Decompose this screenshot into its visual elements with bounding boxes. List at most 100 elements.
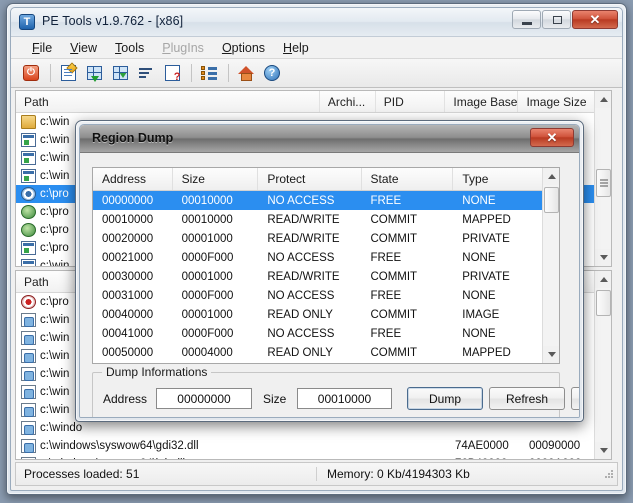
column-header-state[interactable]: State <box>362 168 454 190</box>
scroll-down-button-3[interactable] <box>543 346 559 363</box>
task-viewer-icon <box>86 66 102 82</box>
menu-item-tools[interactable]: Tools <box>106 39 153 57</box>
process-list-icon <box>138 67 154 80</box>
size-label: Size <box>263 392 287 406</box>
scroll-up-button-3[interactable] <box>543 168 559 185</box>
column-header-image-base[interactable]: Image Base <box>445 91 519 112</box>
menu-bar: File View Tools PlugIns Options Help <box>11 37 622 59</box>
cell-state: COMMIT <box>370 213 418 226</box>
table-row[interactable]: 000540000000C000NO ACCESSFREENONE <box>93 362 559 363</box>
menu-item-options[interactable]: Options <box>213 39 274 57</box>
column-header-address[interactable]: Address <box>93 168 173 190</box>
toolbar-button-task-viewer[interactable] <box>82 62 106 85</box>
table-row[interactable]: 00010000 00010000 READ/WRITE COMMIT MAPPED <box>93 210 559 229</box>
cell-address: 00030000 <box>102 270 154 283</box>
address-input[interactable]: 00000000 <box>156 388 252 409</box>
scrollbar-thumb-3[interactable] <box>544 187 559 213</box>
table-row[interactable]: 00020000 00001000 READ/WRITE COMMIT PRIVATE <box>93 229 559 248</box>
toolbar-separator <box>50 64 51 82</box>
app-icon <box>21 259 36 266</box>
module-list-scrollbar[interactable] <box>594 271 611 459</box>
dialog-title: Region Dump <box>92 131 174 145</box>
menu-item-plugins: PlugIns <box>162 40 204 55</box>
table-row[interactable]: 00040000 00001000 READ ONLY COMMIT IMAGE <box>93 305 559 324</box>
list-item[interactable]: c:\windows\syswow64\gdi32.dll 74AE0000 000… <box>16 437 611 455</box>
app-icon <box>21 169 36 183</box>
toolbar-button-process-list[interactable] <box>134 62 158 85</box>
menu-item-file[interactable]: File <box>23 39 61 57</box>
home-icon <box>237 65 255 81</box>
dialog-title-bar[interactable]: Region Dump ✕ <box>80 125 579 153</box>
dump-informations-label: Dump Informations <box>102 365 212 379</box>
status-bar: Processes loaded: 51 Memory: 0 Kb/419430… <box>15 462 618 486</box>
cell-size: 00001000 <box>181 308 233 321</box>
dialog-body: Address Size Protect State Type 00000000… <box>80 153 579 417</box>
column-header-path[interactable]: Path <box>16 91 320 112</box>
menu-item-help[interactable]: Help <box>274 39 318 57</box>
app-icon <box>21 151 36 165</box>
toolbar-button-home[interactable] <box>234 62 258 85</box>
table-row[interactable]: 00000000 00010000 NO ACCESS FREE NONE <box>93 191 559 210</box>
close-button-dialog[interactable]: Close <box>571 387 579 410</box>
scroll-down-button[interactable] <box>595 249 611 266</box>
table-row[interactable]: 00021000 0000F000 NO ACCESS FREE NONE <box>93 248 559 267</box>
table-row[interactable]: 00050000 00004000 READ ONLY COMMIT MAPPED <box>93 343 559 362</box>
column-header-size[interactable]: Size <box>173 168 259 190</box>
table-row[interactable]: 00031000 0000F000 NO ACCESS FREE NONE <box>93 286 559 305</box>
cell-protect: READ ONLY <box>267 308 333 321</box>
refresh-button[interactable]: Refresh <box>489 387 565 410</box>
table-row[interactable]: 00030000 00001000 READ/WRITE COMMIT PRIVATE <box>93 267 559 286</box>
dll-icon <box>21 457 36 459</box>
status-memory-text: Memory: 0 Kb/4194303 Kb <box>327 467 470 481</box>
row-path: c:\windows\syswow64\gdi32.dll <box>40 440 199 452</box>
toolbar-button-pe-sniffer[interactable]: ? <box>160 62 184 85</box>
toolbar-button-pe-editor[interactable] <box>56 62 80 85</box>
cell-state: FREE <box>370 194 402 207</box>
column-header-archi[interactable]: Archi... <box>320 91 376 112</box>
table-row[interactable]: 00041000 0000F000 NO ACCESS FREE NONE <box>93 324 559 343</box>
grip-icon <box>600 182 608 184</box>
title-bar[interactable]: T PE Tools v1.9.762 - [x86] ✕ <box>11 8 622 37</box>
cd-red-icon <box>21 295 36 309</box>
menu-item-view[interactable]: View <box>61 39 106 57</box>
region-table-scrollbar[interactable] <box>542 168 559 363</box>
cell-address: 00010000 <box>102 213 154 226</box>
toolbar: ⏻ ? ? <box>11 59 622 88</box>
toolbar-button-help[interactable]: ? <box>260 62 284 85</box>
pe-editor-icon <box>60 62 78 81</box>
scroll-up-button-2[interactable] <box>595 271 611 288</box>
pe-sniffer-icon: ? <box>164 65 181 83</box>
region-table-header: Address Size Protect State Type <box>93 168 559 191</box>
scrollbar-thumb-2[interactable] <box>596 290 611 316</box>
toolbar-separator-2 <box>191 64 192 82</box>
scrollbar-thumb[interactable] <box>596 169 611 197</box>
cell-address: 00021000 <box>102 251 154 264</box>
chevron-up-icon <box>599 97 608 102</box>
chevron-down-icon <box>599 448 608 453</box>
dll-icon <box>21 349 36 363</box>
window-controls: ✕ <box>511 10 618 29</box>
cell-address: 00040000 <box>102 308 154 321</box>
resize-grip-icon[interactable] <box>604 469 614 479</box>
toolbar-button-dumper[interactable] <box>108 62 132 85</box>
scroll-down-button-2[interactable] <box>595 442 611 459</box>
minimize-button[interactable] <box>512 10 541 29</box>
help-icon: ? <box>264 65 280 81</box>
row-image-base: 74AE0000 <box>455 440 509 452</box>
close-icon: ✕ <box>589 12 601 27</box>
maximize-button[interactable] <box>542 10 571 29</box>
toolbar-button-options[interactable] <box>197 62 221 85</box>
column-header-protect[interactable]: Protect <box>258 168 362 190</box>
dump-button[interactable]: Dump <box>407 387 483 410</box>
process-list-scrollbar[interactable] <box>594 91 611 266</box>
close-button[interactable]: ✕ <box>572 10 618 29</box>
column-header-pid[interactable]: PID <box>376 91 446 112</box>
scroll-up-button[interactable] <box>595 91 611 108</box>
list-item[interactable]: c:\windows\syswow64\lpk.dll76B400000000A… <box>16 455 611 459</box>
toolbar-button-power[interactable]: ⏻ <box>19 62 43 85</box>
dialog-close-button[interactable]: ✕ <box>530 128 574 147</box>
region-table: Address Size Protect State Type 00000000… <box>92 167 560 364</box>
cell-size: 00004000 <box>181 346 233 359</box>
cell-size: 00010000 <box>181 213 233 226</box>
size-input[interactable]: 00010000 <box>297 388 392 409</box>
